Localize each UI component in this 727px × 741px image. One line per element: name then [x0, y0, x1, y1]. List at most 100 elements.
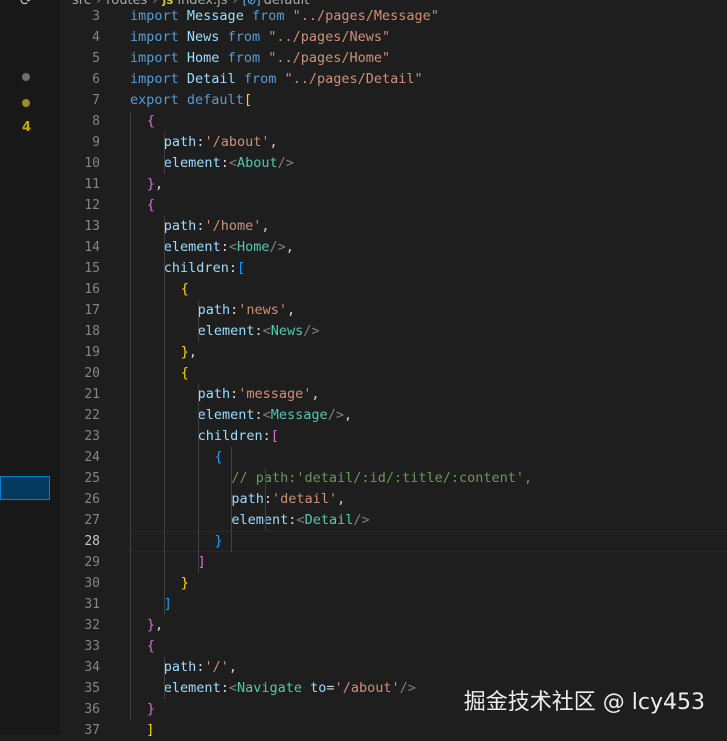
code-token: ,: [155, 176, 164, 192]
line-number: 37: [84, 723, 100, 738]
code-token: />: [399, 680, 416, 696]
code-token: News: [270, 323, 304, 339]
code-token: ]: [163, 596, 172, 612]
code-line[interactable]: {: [147, 636, 155, 657]
code-line[interactable]: },: [147, 615, 163, 636]
code-token: Navigate: [236, 680, 303, 696]
code-token: <: [262, 407, 271, 423]
code-line[interactable]: import News from "../pages/News": [130, 27, 390, 48]
code-token: }: [146, 701, 156, 717]
code-line[interactable]: }: [147, 699, 155, 720]
code-token: ,: [287, 302, 296, 318]
code-line[interactable]: {: [181, 279, 189, 300]
code-line[interactable]: // path:'detail/:id/:title/:content',: [231, 468, 532, 489]
line-number: 33: [84, 639, 100, 654]
selected-file-item[interactable]: [0, 476, 50, 500]
code-token: '/about': [204, 134, 270, 150]
code-token: children: [163, 260, 229, 276]
code-line[interactable]: path:'/',: [164, 657, 237, 678]
line-number: 16: [84, 282, 100, 297]
code-token: element: [163, 680, 221, 696]
code-line[interactable]: import Detail from "../pages/Detail": [130, 69, 423, 90]
code-token: :: [220, 155, 229, 171]
code-line[interactable]: }: [181, 573, 189, 594]
code-token: to: [310, 680, 327, 696]
indent-guide: [163, 216, 165, 615]
code-token: :: [220, 239, 229, 255]
code-line[interactable]: element:<Message/>,: [198, 405, 353, 426]
code-line[interactable]: import Home from "../pages/Home": [130, 48, 390, 69]
indent-guide: [163, 657, 165, 699]
indent-guide: [231, 447, 233, 552]
code-line[interactable]: children:[: [164, 258, 245, 279]
code-line[interactable]: ]: [130, 720, 154, 741]
code-token: :: [254, 407, 263, 423]
code-token: About: [236, 155, 278, 171]
code-token: }: [146, 617, 156, 633]
code-line[interactable]: element:<Navigate to='/about'/>: [164, 678, 416, 699]
code-line[interactable]: {: [147, 195, 155, 216]
code-line[interactable]: import Message from "../pages/Message": [130, 6, 439, 27]
code-token: Detail: [186, 71, 236, 87]
code-token: {: [146, 197, 156, 213]
code-line[interactable]: path:'message',: [198, 384, 320, 405]
status-dot-icon: [22, 73, 30, 81]
code-token: Message: [186, 8, 244, 24]
code-token: ]: [146, 722, 155, 738]
code-token: :: [254, 323, 263, 339]
code-line[interactable]: element:<Detail/>: [231, 510, 369, 531]
code-token: Home: [236, 239, 270, 255]
code-token: />: [327, 407, 344, 423]
code-token: <: [228, 155, 237, 171]
line-number: 23: [84, 429, 100, 444]
code-line[interactable]: }: [215, 531, 223, 552]
code-line[interactable]: path:'/about',: [164, 132, 278, 153]
code-token: ,: [228, 659, 237, 675]
code-token: [: [243, 92, 252, 108]
code-token: ]: [197, 554, 206, 570]
code-token: path: [197, 386, 231, 402]
code-token: "../pages/Home": [268, 50, 391, 66]
code-line[interactable]: {: [147, 111, 155, 132]
line-number: 13: [84, 219, 100, 234]
refresh-icon[interactable]: ⟳: [20, 0, 32, 9]
code-token: import: [130, 71, 179, 87]
code-line[interactable]: path:'/home',: [164, 216, 270, 237]
code-line[interactable]: {: [215, 447, 223, 468]
code-token: ,: [311, 386, 320, 402]
code-line[interactable]: },: [181, 342, 197, 363]
code-line[interactable]: ]: [198, 552, 206, 573]
code-token: }: [214, 533, 223, 549]
problems-count-badge: 4: [22, 120, 32, 135]
code-token: />: [269, 239, 286, 255]
code-line[interactable]: element:<About/>: [164, 153, 294, 174]
code-line[interactable]: path:'news',: [198, 300, 296, 321]
line-number: 19: [84, 345, 100, 360]
line-number: 22: [84, 408, 100, 423]
code-line[interactable]: path:'detail',: [231, 489, 345, 510]
line-number: 34: [84, 660, 100, 675]
code-token: "../pages/Detail": [284, 71, 423, 87]
code-line[interactable]: ]: [164, 594, 172, 615]
code-token: Message: [270, 407, 328, 423]
code-line[interactable]: },: [147, 174, 163, 195]
code-line[interactable]: element:<News/>: [198, 321, 320, 342]
code-token: from: [227, 50, 261, 66]
code-line[interactable]: children:[: [198, 426, 279, 447]
line-number: 21: [84, 387, 100, 402]
code-line[interactable]: element:<Home/>,: [164, 237, 294, 258]
code-token: '/about': [334, 680, 400, 696]
code-line[interactable]: export default[: [130, 90, 252, 111]
code-token: <: [228, 239, 237, 255]
code-token: element: [197, 323, 255, 339]
code-line[interactable]: {: [181, 363, 189, 384]
line-number: 9: [92, 135, 100, 150]
code-token: element: [163, 239, 221, 255]
